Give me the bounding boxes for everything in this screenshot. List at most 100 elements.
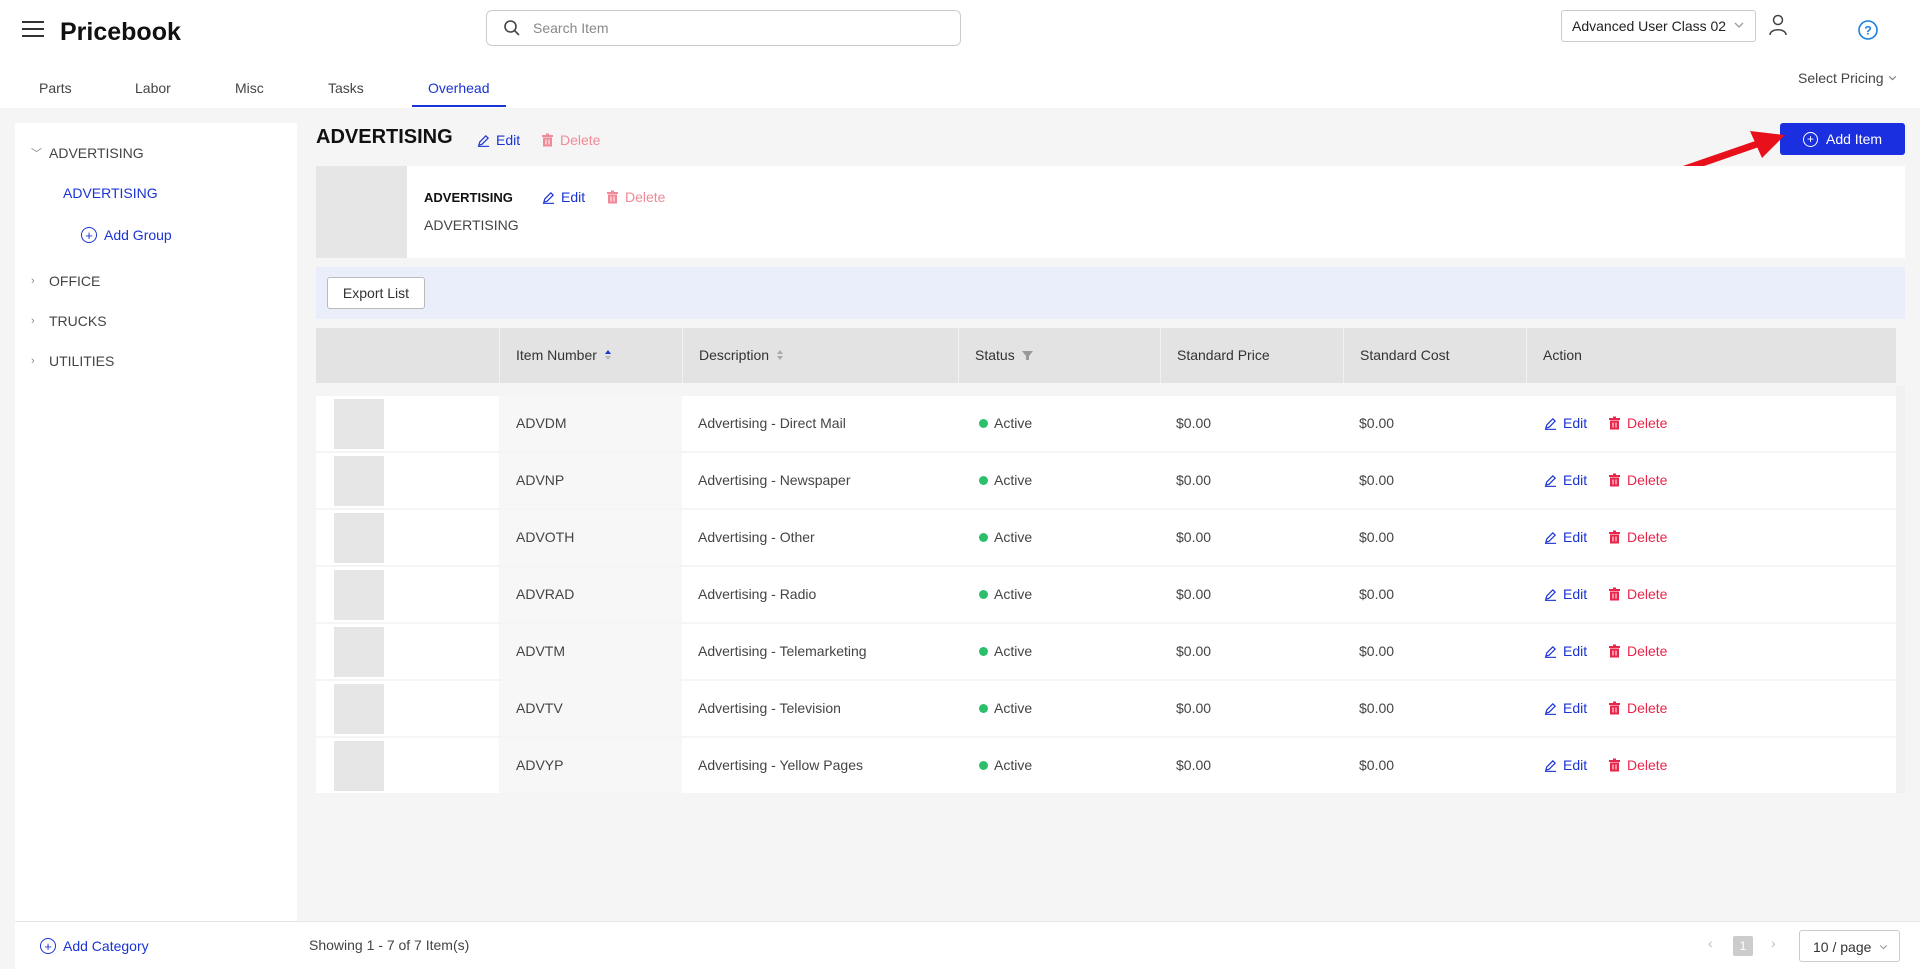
- item-description: Advertising - Radio: [698, 586, 817, 602]
- edit-item-button[interactable]: Edit: [1544, 700, 1587, 716]
- add-category-button[interactable]: + Add Category: [40, 938, 149, 954]
- edit-label: Edit: [1563, 472, 1588, 488]
- table-row[interactable]: ADVOTH Advertising - Other Active $0.00 …: [316, 510, 1896, 565]
- table-scrollbar[interactable]: [1896, 386, 1905, 793]
- item-thumbnail: [334, 627, 384, 677]
- trash-icon: [542, 133, 553, 147]
- trash-icon: [1609, 530, 1620, 544]
- showing-count: Showing 1 - 7 of 7 Item(s): [309, 937, 470, 953]
- table-row[interactable]: ADVYP Advertising - Yellow Pages Active …: [316, 738, 1896, 793]
- delete-label: Delete: [1627, 529, 1668, 545]
- next-page-icon[interactable]: ›: [1771, 935, 1776, 951]
- table-row[interactable]: ADVTM Advertising - Telemarketing Active…: [316, 624, 1896, 679]
- export-list-button[interactable]: Export List: [327, 277, 425, 309]
- delete-label: Delete: [1627, 643, 1668, 659]
- table-row[interactable]: ADVRAD Advertising - Radio Active $0.00 …: [316, 567, 1896, 622]
- column-header-status[interactable]: Status: [975, 347, 1033, 363]
- delete-item-button[interactable]: Delete: [1608, 415, 1667, 431]
- column-divider: [1526, 328, 1527, 383]
- edit-group-button[interactable]: Edit: [542, 189, 585, 205]
- menu-icon[interactable]: [22, 21, 44, 39]
- add-group-label: Add Group: [104, 227, 172, 243]
- item-number: ADVRAD: [516, 586, 575, 602]
- table-row[interactable]: ADVNP Advertising - Newspaper Active $0.…: [316, 453, 1896, 508]
- sidebar-category-label: ADVERTISING: [49, 145, 144, 161]
- sidebar-group-advertising[interactable]: ADVERTISING: [63, 185, 158, 201]
- edit-label: Edit: [1563, 415, 1588, 431]
- item-standard-price: $0.00: [1176, 586, 1212, 602]
- delete-item-button[interactable]: Delete: [1608, 586, 1667, 602]
- tab-parts[interactable]: Parts: [39, 76, 72, 108]
- column-label: Description: [699, 347, 770, 363]
- item-standard-price: $0.00: [1176, 700, 1212, 716]
- sidebar-footer: + Add Category: [15, 921, 297, 969]
- tab-overhead[interactable]: Overhead: [428, 76, 489, 108]
- plus-circle-icon: +: [81, 227, 97, 243]
- delete-item-button[interactable]: Delete: [1608, 472, 1667, 488]
- app-title: Pricebook: [60, 18, 181, 46]
- group-description: ADVERTISING: [424, 217, 519, 233]
- search-input[interactable]: [533, 20, 933, 36]
- item-thumbnail: [334, 513, 384, 563]
- delete-item-button[interactable]: Delete: [1608, 529, 1667, 545]
- edit-icon: [542, 191, 555, 204]
- category-sidebar: ﹀ ADVERTISING ADVERTISING + Add Group › …: [15, 123, 297, 969]
- delete-label: Delete: [1627, 472, 1668, 488]
- help-icon[interactable]: ?: [1857, 19, 1879, 41]
- item-status: Active: [979, 472, 1032, 488]
- edit-item-button[interactable]: Edit: [1544, 643, 1587, 659]
- column-header-description[interactable]: Description: [699, 347, 784, 363]
- filter-icon: [1021, 350, 1033, 360]
- edit-item-button[interactable]: Edit: [1544, 529, 1587, 545]
- item-standard-cost: $0.00: [1359, 700, 1395, 716]
- plus-circle-icon: +: [1802, 131, 1818, 147]
- add-group-button[interactable]: + Add Group: [81, 227, 172, 243]
- edit-item-button[interactable]: Edit: [1544, 586, 1587, 602]
- edit-icon: [1544, 645, 1557, 658]
- edit-item-button[interactable]: Edit: [1544, 757, 1587, 773]
- sidebar-category-label: TRUCKS: [49, 313, 107, 329]
- tab-tasks[interactable]: Tasks: [328, 76, 364, 108]
- edit-category-button[interactable]: Edit: [477, 132, 520, 148]
- edit-item-button[interactable]: Edit: [1544, 472, 1587, 488]
- delete-item-button[interactable]: Delete: [1608, 643, 1667, 659]
- user-icon[interactable]: [1768, 14, 1788, 36]
- column-header-action: Action: [1543, 347, 1582, 363]
- tab-labor[interactable]: Labor: [135, 76, 171, 108]
- search-box[interactable]: [486, 10, 961, 46]
- sidebar-category-trucks[interactable]: › TRUCKS: [31, 313, 107, 329]
- pagination-bar: Showing 1 - 7 of 7 Item(s) ‹ 1 › 10 / pa…: [297, 921, 1920, 969]
- tab-misc[interactable]: Misc: [235, 76, 264, 108]
- edit-item-button[interactable]: Edit: [1544, 415, 1587, 431]
- add-item-button[interactable]: + Add Item: [1780, 123, 1905, 155]
- status-dot: [979, 703, 988, 713]
- column-divider: [1160, 328, 1161, 383]
- item-standard-cost: $0.00: [1359, 415, 1395, 431]
- sidebar-category-utilities[interactable]: › UTILITIES: [31, 353, 114, 369]
- delete-group-button[interactable]: Delete: [606, 189, 665, 205]
- delete-item-button[interactable]: Delete: [1608, 757, 1667, 773]
- table-row[interactable]: ADVDM Advertising - Direct Mail Active $…: [316, 396, 1896, 451]
- sidebar-category-advertising[interactable]: ﹀ ADVERTISING: [31, 145, 144, 161]
- prev-page-icon[interactable]: ‹: [1708, 935, 1713, 951]
- column-header-item-number[interactable]: Item Number: [516, 347, 612, 363]
- column-divider: [682, 328, 683, 383]
- delete-label: Delete: [1627, 586, 1668, 602]
- edit-label: Edit: [496, 132, 521, 148]
- chevron-right-icon: ›: [31, 315, 35, 327]
- chevron-right-icon: ›: [31, 275, 35, 287]
- edit-icon: [1544, 474, 1557, 487]
- edit-icon: [1544, 588, 1557, 601]
- delete-category-button[interactable]: Delete: [541, 132, 600, 148]
- select-pricing-dropdown[interactable]: Select Pricing: [1798, 70, 1898, 86]
- user-class-select[interactable]: Advanced User Class 02: [1561, 10, 1756, 42]
- item-status: Active: [979, 415, 1032, 431]
- item-number: ADVNP: [516, 472, 565, 488]
- sidebar-category-office[interactable]: › OFFICE: [31, 273, 100, 289]
- page-size-select[interactable]: 10 / page: [1799, 930, 1900, 962]
- table-row[interactable]: ADVTV Advertising - Television Active $0…: [316, 681, 1896, 736]
- delete-item-button[interactable]: Delete: [1608, 700, 1667, 716]
- edit-label: Edit: [561, 189, 586, 205]
- item-description: Advertising - Newspaper: [698, 472, 851, 488]
- page-number[interactable]: 1: [1733, 936, 1753, 956]
